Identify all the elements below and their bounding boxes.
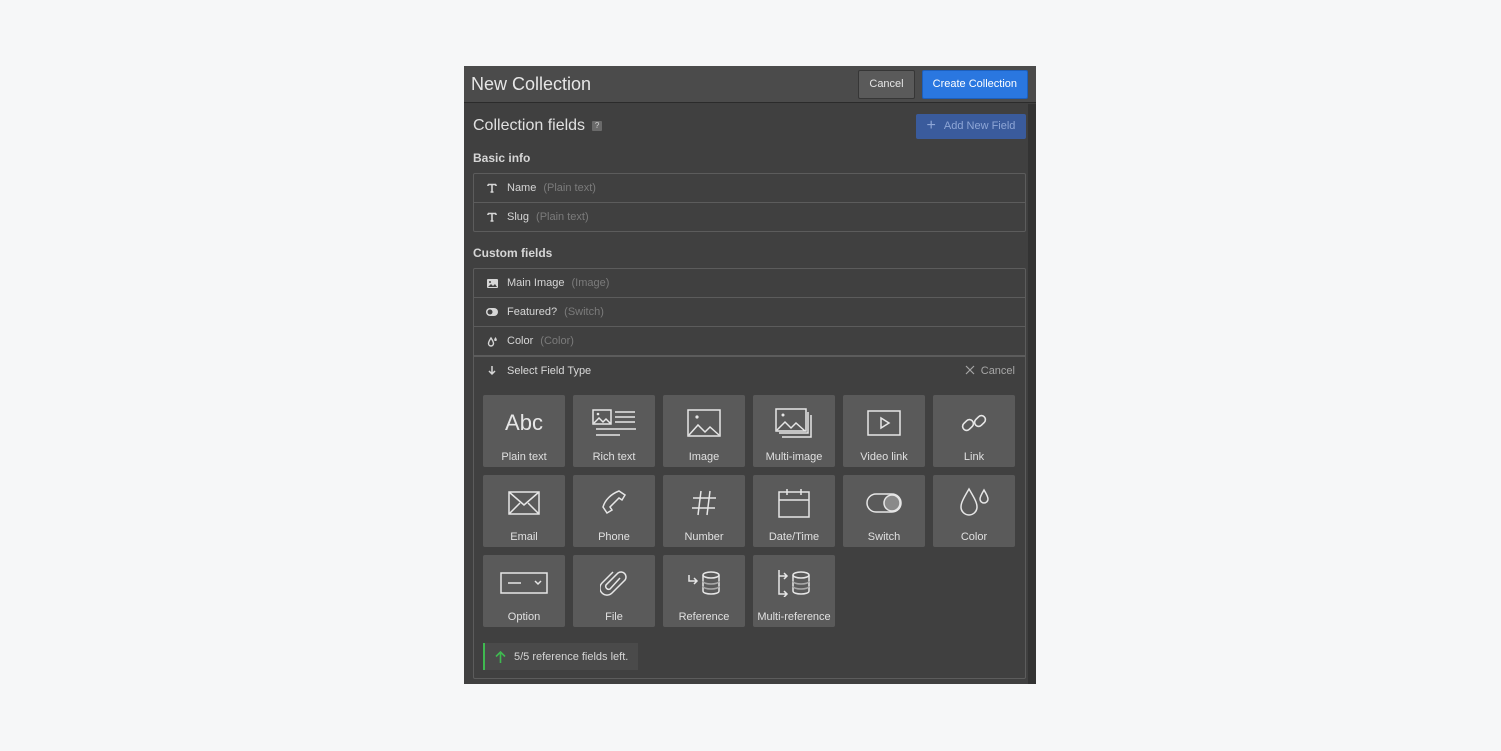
arrow-up-icon xyxy=(495,650,506,663)
multi-reference-icon xyxy=(777,563,811,603)
field-type-link[interactable]: Link xyxy=(933,395,1015,467)
reference-icon xyxy=(687,563,721,603)
field-type-label: Multi-image xyxy=(765,451,823,463)
plus-icon: + xyxy=(926,117,936,134)
link-icon xyxy=(960,403,988,443)
new-collection-dialog: New Collection Cancel Create Collection … xyxy=(464,66,1036,684)
field-type-color[interactable]: Color xyxy=(933,475,1015,547)
field-type-label: File xyxy=(605,611,623,623)
phone-icon xyxy=(599,483,629,523)
field-type: (Color) xyxy=(540,335,574,347)
field-row-color[interactable]: Color (Color) xyxy=(474,327,1025,356)
custom-fields-list: Main Image (Image) Featured? (Switch) Co… xyxy=(473,268,1026,679)
field-type-phone[interactable]: Phone xyxy=(573,475,655,547)
custom-fields-label: Custom fields xyxy=(473,246,553,260)
field-row-name[interactable]: Name (Plain text) xyxy=(474,174,1025,203)
switch-icon xyxy=(486,308,498,316)
abc-icon: Abc xyxy=(505,410,543,435)
field-type-switch[interactable]: Switch xyxy=(843,475,925,547)
image-icon xyxy=(486,278,498,288)
field-name: Main Image xyxy=(507,277,565,289)
add-new-field-label: Add New Field xyxy=(943,120,1016,132)
video-icon xyxy=(867,403,901,443)
field-type: (Switch) xyxy=(564,306,604,318)
field-type-video-link[interactable]: Video link xyxy=(843,395,925,467)
close-icon xyxy=(965,364,975,378)
field-row-featured[interactable]: Featured? (Switch) xyxy=(474,298,1025,327)
basic-info-label: Basic info xyxy=(473,151,531,165)
field-type-reference[interactable]: Reference xyxy=(663,555,745,627)
arrow-down-icon xyxy=(486,366,498,376)
cancel-select-label: Cancel xyxy=(980,365,1015,377)
add-new-field-button[interactable]: + Add New Field xyxy=(916,113,1026,139)
field-type-label: Number xyxy=(684,531,724,543)
field-name: Slug xyxy=(507,211,530,223)
dialog-header: New Collection Cancel Create Collection xyxy=(464,66,1036,103)
field-type-label: Email xyxy=(510,531,538,543)
field-type-label: Link xyxy=(963,451,985,463)
select-field-type-panel: Select Field Type Cancel Abc Plain text … xyxy=(474,356,1025,678)
field-row-main-image[interactable]: Main Image (Image) xyxy=(474,269,1025,298)
create-collection-button[interactable]: Create Collection xyxy=(921,69,1028,99)
switch-icon xyxy=(866,483,902,523)
select-field-type-header: Select Field Type Cancel xyxy=(474,357,1025,385)
scrollbar[interactable] xyxy=(1028,104,1036,684)
field-type-rich-text[interactable]: Rich text xyxy=(573,395,655,467)
field-type-label: Image xyxy=(688,451,720,463)
reference-fields-note: 5/5 reference fields left. xyxy=(483,643,639,670)
dialog-body: Collection fields ? + Add New Field Basi… xyxy=(473,104,1026,684)
field-type-multi-image[interactable]: Multi-image xyxy=(753,395,835,467)
field-type-label: Switch xyxy=(867,531,901,543)
field-type: (Image) xyxy=(571,277,610,289)
field-type-label: Color xyxy=(960,531,988,543)
calendar-icon xyxy=(778,483,810,523)
field-type-date-time[interactable]: Date/Time xyxy=(753,475,835,547)
select-field-type-label: Select Field Type xyxy=(507,365,592,377)
color-drops-icon xyxy=(486,336,498,347)
field-type-option[interactable]: Option xyxy=(483,555,565,627)
reference-fields-text: 5/5 reference fields left. xyxy=(514,650,629,663)
field-type-number[interactable]: Number xyxy=(663,475,745,547)
field-type: (Plain text) xyxy=(536,211,589,223)
help-icon[interactable]: ? xyxy=(592,121,603,131)
cancel-button[interactable]: Cancel xyxy=(858,69,915,99)
field-type-label: Rich text xyxy=(592,451,636,463)
field-type-label: Date/Time xyxy=(768,531,820,543)
paperclip-icon xyxy=(600,563,628,603)
field-type-plain-text[interactable]: Abc Plain text xyxy=(483,395,565,467)
field-type-grid: Abc Plain text Rich text Image Multi-ima… xyxy=(474,385,1025,627)
cancel-select-button[interactable]: Cancel xyxy=(965,364,1015,378)
basic-info-list: Name (Plain text) Slug (Plain text) xyxy=(473,173,1026,232)
image-icon xyxy=(687,403,721,443)
email-icon xyxy=(508,483,540,523)
field-name: Color xyxy=(507,335,534,347)
field-row-slug[interactable]: Slug (Plain text) xyxy=(474,203,1025,231)
field-type-label: Reference xyxy=(678,611,730,623)
multi-image-icon xyxy=(775,403,813,443)
text-t-icon xyxy=(486,183,498,193)
field-type-image[interactable]: Image xyxy=(663,395,745,467)
field-type-label: Multi-reference xyxy=(757,611,831,623)
dialog-title: New Collection xyxy=(471,73,592,94)
field-type-email[interactable]: Email xyxy=(483,475,565,547)
field-type-label: Plain text xyxy=(501,451,547,463)
field-name: Featured? xyxy=(507,306,558,318)
collection-fields-header: Collection fields ? + Add New Field xyxy=(473,113,1026,139)
color-drops-icon xyxy=(957,483,991,523)
field-type-file[interactable]: File xyxy=(573,555,655,627)
field-type-label: Video link xyxy=(860,451,908,463)
field-type-label: Option xyxy=(507,611,541,623)
field-type-label: Phone xyxy=(598,531,630,543)
section-title: Collection fields xyxy=(473,117,586,134)
option-dropdown-icon xyxy=(500,563,548,603)
field-type: (Plain text) xyxy=(543,182,596,194)
text-t-icon xyxy=(486,212,498,222)
field-name: Name xyxy=(507,182,537,194)
field-type-multi-reference[interactable]: Multi-reference xyxy=(753,555,835,627)
hash-icon xyxy=(691,483,717,523)
rich-text-icon xyxy=(592,403,636,443)
